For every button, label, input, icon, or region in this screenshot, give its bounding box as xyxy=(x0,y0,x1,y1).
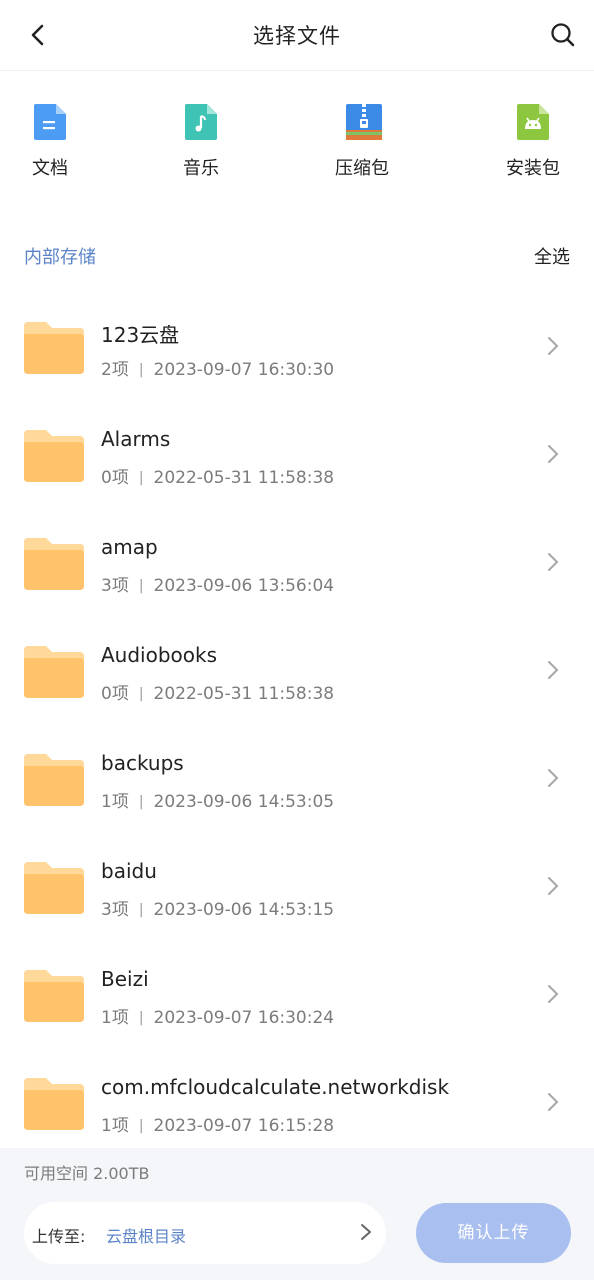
modified-date: 2023-09-07 16:30:24 xyxy=(153,1008,335,1028)
item-count: 0项 xyxy=(101,468,129,488)
folder-meta: 2项 | 2023-09-07 16:30:30 xyxy=(101,355,334,380)
category-label: 安装包 xyxy=(506,158,560,179)
folder-name: 123云盘 xyxy=(101,323,180,347)
list-item[interactable]: backups 1项 | 2023-09-06 14:53:05 xyxy=(0,724,594,832)
item-count: 3项 xyxy=(101,576,129,596)
bottom-panel: 可用空间 2.00TB 上传至: 云盘根目录 确认上传 xyxy=(0,1148,594,1280)
item-count: 1项 xyxy=(101,792,129,812)
folder-meta: 3项 | 2023-09-06 14:53:15 xyxy=(101,895,334,920)
chevron-right-icon xyxy=(548,985,558,1003)
modified-date: 2023-09-06 13:56:04 xyxy=(153,576,335,596)
category-archives[interactable]: 压缩包 xyxy=(312,96,412,180)
search-button[interactable] xyxy=(546,18,580,52)
folder-name: Alarms xyxy=(101,427,171,451)
list-item[interactable]: 123云盘 2项 | 2023-09-07 16:30:30 xyxy=(0,292,594,400)
chevron-right-icon xyxy=(548,553,558,571)
upload-destination: 云盘根目录 xyxy=(106,1227,187,1246)
chevron-right-icon xyxy=(361,1224,371,1240)
section-header: 内部存储 全选 xyxy=(24,243,570,271)
music-icon xyxy=(185,104,217,140)
folder-icon xyxy=(24,646,84,698)
folder-icon xyxy=(24,754,84,806)
list-item[interactable]: Audiobooks 0项 | 2022-05-31 11:58:38 xyxy=(0,616,594,724)
upload-destination-selector[interactable]: 上传至: 云盘根目录 xyxy=(24,1202,386,1264)
item-count: 3项 xyxy=(101,900,129,920)
search-icon xyxy=(551,23,575,47)
chevron-right-icon xyxy=(548,337,558,355)
category-label: 文档 xyxy=(32,158,68,179)
item-count: 2项 xyxy=(101,360,129,380)
folder-meta: 1项 | 2023-09-07 16:15:28 xyxy=(101,1111,334,1136)
list-item[interactable]: Beizi 1项 | 2023-09-07 16:30:24 xyxy=(0,940,594,1048)
chevron-right-icon xyxy=(548,769,558,787)
page-title: 选择文件 xyxy=(253,24,341,48)
upload-label: 上传至: xyxy=(32,1227,86,1246)
top-bar: 选择文件 xyxy=(0,0,594,71)
folder-meta: 3项 | 2023-09-06 13:56:04 xyxy=(101,571,334,596)
separator: | xyxy=(138,362,144,378)
folder-icon xyxy=(24,538,84,590)
separator: | xyxy=(138,1118,144,1134)
category-documents[interactable]: 文档 xyxy=(0,96,100,180)
android-icon xyxy=(517,104,549,140)
folder-icon xyxy=(24,862,84,914)
page: 选择文件 文档 音乐 压缩包 安装包 内部存储 全选 123云盘 2项 | 20… xyxy=(0,0,594,1280)
category-apks[interactable]: 安装包 xyxy=(483,96,583,180)
modified-date: 2023-09-07 16:30:30 xyxy=(153,360,335,380)
category-label: 音乐 xyxy=(183,158,219,179)
folder-icon xyxy=(24,322,84,374)
modified-date: 2023-09-06 14:53:15 xyxy=(153,900,335,920)
separator: | xyxy=(138,470,144,486)
modified-date: 2022-05-31 11:58:38 xyxy=(153,684,335,704)
folder-icon xyxy=(24,970,84,1022)
folder-meta: 1项 | 2023-09-07 16:30:24 xyxy=(101,1003,334,1028)
separator: | xyxy=(138,1010,144,1026)
separator: | xyxy=(138,794,144,810)
confirm-upload-button[interactable]: 确认上传 xyxy=(416,1203,571,1263)
folder-name: Audiobooks xyxy=(101,643,218,667)
chevron-right-icon xyxy=(548,661,558,679)
separator: | xyxy=(138,686,144,702)
select-all-button[interactable]: 全选 xyxy=(534,243,570,269)
storage-title: 内部存储 xyxy=(24,247,96,268)
folder-icon xyxy=(24,430,84,482)
folder-name: amap xyxy=(101,535,158,559)
item-count: 0项 xyxy=(101,684,129,704)
available-space: 可用空间 2.00TB xyxy=(24,1164,150,1183)
chevron-right-icon xyxy=(548,1093,558,1111)
modified-date: 2023-09-07 16:15:28 xyxy=(153,1116,335,1136)
chevron-right-icon xyxy=(548,445,558,463)
folder-meta: 0项 | 2022-05-31 11:58:38 xyxy=(101,463,334,488)
folder-meta: 1项 | 2023-09-06 14:53:05 xyxy=(101,787,334,812)
folder-name: Beizi xyxy=(101,967,149,991)
document-icon xyxy=(34,104,66,140)
folder-meta: 0项 | 2022-05-31 11:58:38 xyxy=(101,679,334,704)
modified-date: 2022-05-31 11:58:38 xyxy=(153,468,335,488)
modified-date: 2023-09-06 14:53:05 xyxy=(153,792,335,812)
list-item[interactable]: baidu 3项 | 2023-09-06 14:53:15 xyxy=(0,832,594,940)
separator: | xyxy=(138,578,144,594)
item-count: 1项 xyxy=(101,1116,129,1136)
archive-icon xyxy=(346,104,382,140)
folder-list: 123云盘 2项 | 2023-09-07 16:30:30 Alarms 0项 | 2… xyxy=(0,292,594,1148)
list-item[interactable]: com.mfcloudcalculate.networkdisk 1项 | 2023… xyxy=(0,1048,594,1148)
folder-name: com.mfcloudcalculate.networkdisk xyxy=(101,1075,450,1099)
category-label: 压缩包 xyxy=(335,158,389,179)
separator: | xyxy=(138,902,144,918)
category-bar: 文档 音乐 压缩包 安装包 xyxy=(0,96,594,206)
chevron-right-icon xyxy=(548,877,558,895)
category-music[interactable]: 音乐 xyxy=(151,96,251,180)
folder-name: backups xyxy=(101,751,184,775)
folder-name: baidu xyxy=(101,859,157,883)
list-item[interactable]: Alarms 0项 | 2022-05-31 11:58:38 xyxy=(0,400,594,508)
folder-icon xyxy=(24,1078,84,1130)
list-item[interactable]: amap 3项 | 2023-09-06 13:56:04 xyxy=(0,508,594,616)
item-count: 1项 xyxy=(101,1008,129,1028)
